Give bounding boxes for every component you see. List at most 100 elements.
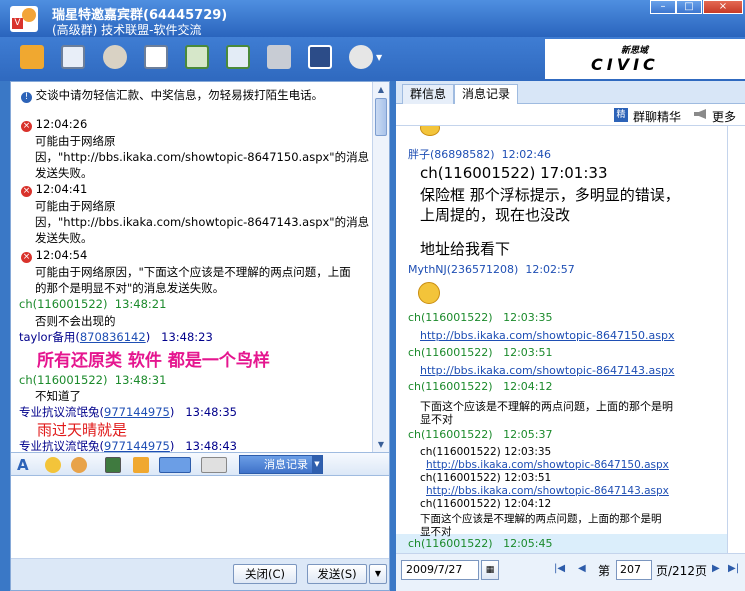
user-hat-icon[interactable] <box>308 45 332 69</box>
chat-panel: ! 交谈中请勿轻信汇款、中奖信息，勿轻易拨打陌生电话。 × 12:04:26 可… <box>10 81 390 591</box>
error-time: 12:04:41 <box>35 182 88 196</box>
error-line: 因，"http://bbs.ikaka.com/showtopic-864714… <box>35 215 370 229</box>
log-text: 下面这个应该是不理解的两点问题，上面的那个是明 <box>420 513 662 525</box>
page-number-input[interactable]: 207 <box>616 560 652 580</box>
window-subtitle: (高级群) 技术联盟-软件交流 <box>52 23 202 37</box>
error-time: 12:04:26 <box>35 117 88 131</box>
close-button[interactable]: 关闭(C) <box>233 564 297 584</box>
settings-icon[interactable] <box>349 45 373 69</box>
emoji-icon[interactable] <box>45 457 61 473</box>
screen-capture-button[interactable] <box>159 457 191 473</box>
calendar-icon[interactable]: ▦ <box>481 560 499 580</box>
log-text: 地址给我看下 <box>420 240 511 258</box>
error-line: 因，"http://bbs.ikaka.com/showtopic-864715… <box>35 150 370 164</box>
log-header: MythNJ(236571208) 12:02:57 <box>408 263 575 276</box>
log-text: 显不对 <box>420 413 453 426</box>
more-link[interactable]: 更多 <box>712 108 736 125</box>
error-line: 可能由于网络原 <box>35 199 116 213</box>
ad-banner[interactable]: 新思域 CIVIC <box>545 39 745 79</box>
error-line: 可能由于网络原因，"下面这个应该是不理解的两点问题，上面 <box>35 265 351 279</box>
tab-message-log[interactable]: 消息记录 <box>454 84 518 104</box>
error-icon: × <box>21 186 32 197</box>
log-text: 保险框 那个浮标提示，多明显的错误， <box>420 186 680 204</box>
log-link[interactable]: http://bbs.ikaka.com/showtopic-8647150.a… <box>420 329 674 342</box>
side-tabs: 群信息 消息记录 <box>396 81 745 104</box>
sender-qq-link[interactable]: 977144975 <box>104 405 170 419</box>
log-scrollbar[interactable] <box>727 126 745 553</box>
log-link[interactable]: http://bbs.ikaka.com/showtopic-8647143.a… <box>426 485 669 497</box>
date-field[interactable]: 2009/7/27 <box>401 560 479 580</box>
coffee-icon[interactable] <box>103 45 127 69</box>
log-text: ch(116001522) 17:01:33 <box>420 164 608 182</box>
digest-link[interactable]: 群聊精华 <box>633 108 681 125</box>
tab-group-info[interactable]: 群信息 <box>402 84 454 104</box>
mail-icon[interactable] <box>185 45 209 69</box>
digest-badge-icon: 精 <box>614 108 628 122</box>
message-header: ch(116001522) 13:48:21 <box>19 297 167 311</box>
message-log: 胖子(86898582) 12:02:46 ch(116001522) 17:0… <box>396 126 727 553</box>
message-text: 雨过天晴就是 <box>37 421 128 439</box>
folder-icon[interactable] <box>20 45 44 69</box>
bottom-bar: 关闭(C) 发送(S) ▼ <box>11 558 389 590</box>
tools-icon[interactable] <box>267 45 291 69</box>
scroll-up-icon[interactable]: ▲ <box>375 83 387 96</box>
message-header: ch(116001522) 13:48:31 <box>19 373 167 387</box>
error-line: 发送失败。 <box>35 231 93 245</box>
page-total: 页/212页 <box>656 564 707 578</box>
log-header: ch(116001522) 12:03:51 <box>408 346 553 359</box>
log-header: ch(116001522) 12:05:37 <box>408 428 553 441</box>
card-icon[interactable] <box>144 45 168 69</box>
scroll-down-icon[interactable]: ▼ <box>375 438 387 451</box>
page-prefix: 第 <box>598 564 611 578</box>
more-arrow-icon[interactable]: ▼ <box>376 53 382 62</box>
next-page-icon[interactable]: ▶ <box>712 563 720 574</box>
log-text: ch(116001522) 12:03:35 <box>420 446 552 458</box>
film-icon[interactable] <box>61 45 85 69</box>
emoji-icon <box>420 126 440 136</box>
message-text: 不知道了 <box>35 389 81 403</box>
quick-reply-icon[interactable] <box>201 457 227 473</box>
log-pager: 2009/7/27 ▦ |◀ ◀ 第 207 页/212页 ▶ ▶| <box>396 553 745 591</box>
error-line: 发送失败。 <box>35 166 93 180</box>
log-link[interactable]: http://bbs.ikaka.com/showtopic-8647150.a… <box>426 459 669 471</box>
chevron-down-icon[interactable]: ▼ <box>312 456 322 473</box>
minimize-button[interactable]: – <box>650 0 676 14</box>
error-time: 12:04:54 <box>35 248 88 262</box>
log-header: ch(116001522) 12:03:35 <box>408 311 553 324</box>
side-panel: 群信息 消息记录 精 群聊精华 更多 胖子(86898582) 12:02:46… <box>396 81 745 591</box>
log-text: ch(116001522) 12:03:51 <box>420 472 552 484</box>
chat-scrollbar[interactable]: ▲ ▼ <box>372 82 389 452</box>
log-link[interactable]: http://bbs.ikaka.com/showtopic-8647143.a… <box>420 364 674 377</box>
log-text: ch(116001522) 12:04:12 <box>420 498 552 510</box>
prev-page-icon[interactable]: ◀ <box>578 563 586 574</box>
log-header: 胖子(86898582) 12:02:46 <box>408 148 551 161</box>
first-page-icon[interactable]: |◀ <box>554 563 565 574</box>
sender-qq-link[interactable]: 977144975 <box>104 439 170 452</box>
speaker-icon[interactable] <box>694 109 706 119</box>
log-text: 下面这个应该是不理解的两点问题，上面的那个是明 <box>420 400 673 413</box>
send-options-arrow[interactable]: ▼ <box>369 564 387 584</box>
message-input[interactable] <box>11 476 389 558</box>
add-list-icon[interactable] <box>226 45 250 69</box>
title-bar: V 瑞星特邀嘉宾群(64445729) (高级群) 技术联盟-软件交流 – □ … <box>0 0 745 37</box>
last-page-icon[interactable]: ▶| <box>728 563 739 574</box>
message-header: taylor备用(870836142) 13:48:23 <box>19 330 213 344</box>
log-text: 上周提的，现在也没改 <box>420 206 571 224</box>
error-line: 可能由于网络原 <box>35 134 116 148</box>
log-header: ch(116001522) 12:04:12 <box>408 380 553 393</box>
send-button[interactable]: 发送(S) <box>307 564 367 584</box>
error-icon: × <box>21 121 32 132</box>
maximize-button[interactable]: □ <box>676 0 702 14</box>
chat-history: ! 交谈中请勿轻信汇款、中奖信息，勿轻易拨打陌生电话。 × 12:04:26 可… <box>11 82 373 452</box>
scroll-thumb[interactable] <box>375 98 387 136</box>
info-icon: ! <box>21 92 32 103</box>
image-icon[interactable] <box>105 457 121 473</box>
message-text: 否则不会出现的 <box>35 314 116 328</box>
close-window-button[interactable]: × <box>703 0 743 14</box>
font-icon[interactable]: A <box>17 457 33 473</box>
message-log-button[interactable]: 消息记录 ▼ <box>239 455 323 474</box>
screenshot-icon[interactable] <box>133 457 149 473</box>
group-icon: V <box>10 6 38 32</box>
sender-qq-link[interactable]: 870836142 <box>80 330 146 344</box>
magic-face-icon[interactable] <box>71 457 87 473</box>
